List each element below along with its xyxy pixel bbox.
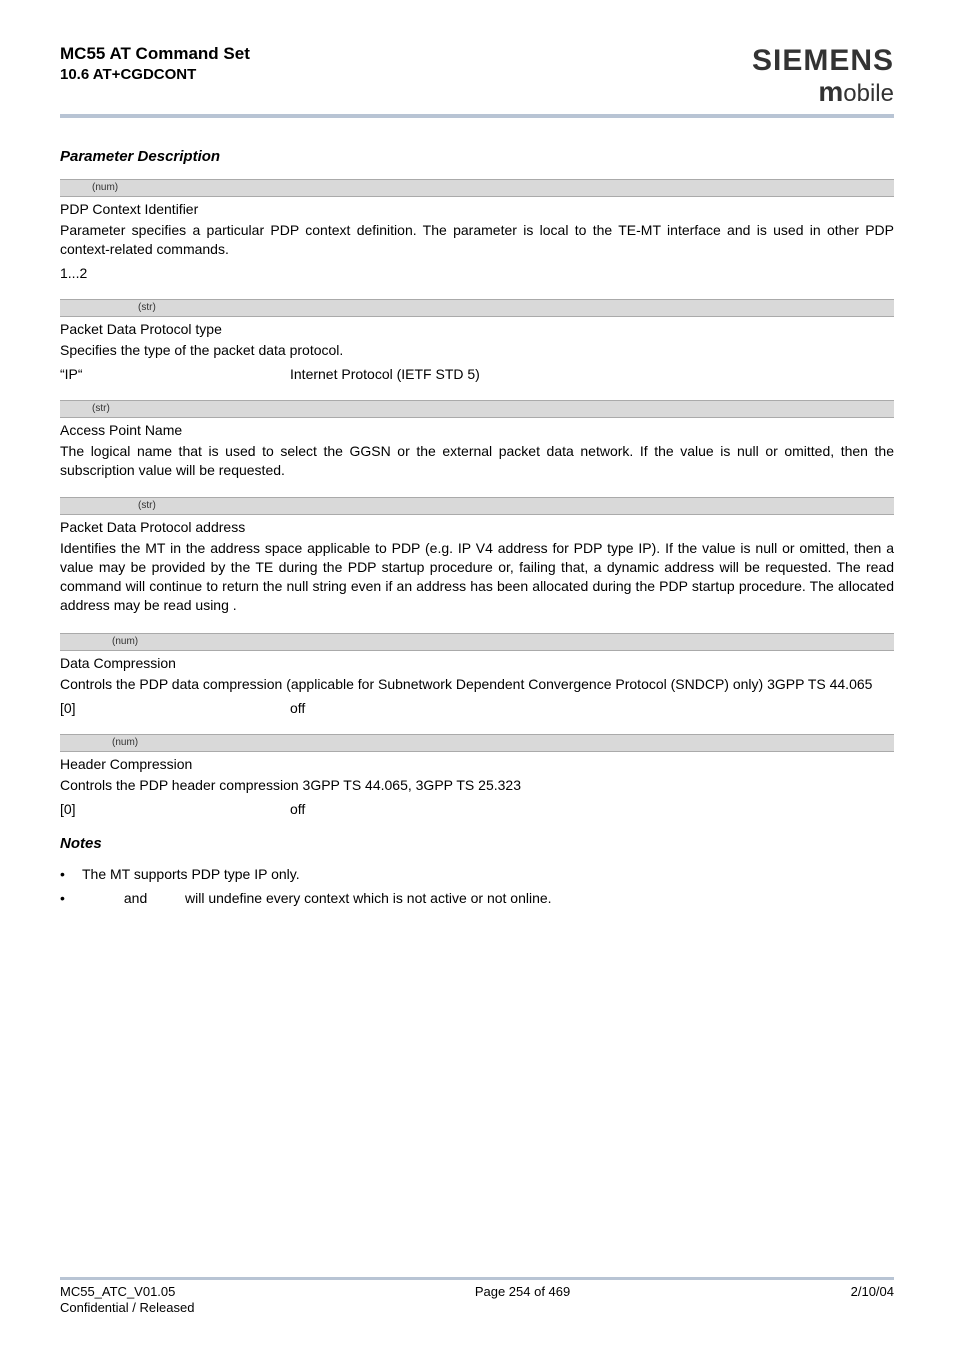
bullet-icon: •: [60, 866, 82, 882]
note-and: and: [124, 890, 147, 906]
ip-desc: Internet Protocol (IETF STD 5): [290, 366, 480, 382]
footer-date: 2/10/04: [851, 1284, 894, 1315]
param-sup: (num): [92, 182, 118, 193]
param-sup: (num): [112, 737, 138, 748]
param-bar: (num): [60, 734, 894, 752]
brand-name: SIEMENS: [752, 44, 894, 78]
footer-page: Page 254 of 469: [475, 1284, 570, 1315]
param-hcomp: (num) Header Compression Controls the PD…: [60, 734, 894, 817]
param-sup: (num): [112, 636, 138, 647]
footer-left: MC55_ATC_V01.05 Confidential / Released: [60, 1284, 194, 1315]
param-title: Header Compression: [60, 756, 894, 772]
param-body: Specifies the type of the packet data pr…: [60, 341, 894, 360]
param-bar: (num): [60, 179, 894, 197]
value-row: [0] off: [60, 700, 894, 716]
value-label: [0]: [60, 801, 290, 817]
ip-label: “IP“: [60, 366, 290, 382]
value-desc: off: [290, 801, 305, 817]
value-label: [0]: [60, 700, 290, 716]
page-header: MC55 AT Command Set 10.6 AT+CGDCONT SIEM…: [60, 44, 894, 108]
notes-title: Notes: [60, 835, 894, 852]
footer-confidential: Confidential / Released: [60, 1300, 194, 1315]
param-bar: (num): [60, 633, 894, 651]
brand-logo: SIEMENS mobile: [752, 44, 894, 108]
param-pdpaddr: (str) Packet Data Protocol address Ident…: [60, 497, 894, 615]
param-pdptype: (str) Packet Data Protocol type Specifie…: [60, 299, 894, 382]
param-body: Controls the PDP header compression 3GPP…: [60, 776, 894, 795]
param-body: Controls the PDP data compression (appli…: [60, 675, 894, 694]
page-footer: MC55_ATC_V01.05 Confidential / Released …: [60, 1277, 894, 1315]
brand-sub: mobile: [752, 76, 894, 108]
param-value: 1...2: [60, 265, 894, 281]
header-left: MC55 AT Command Set 10.6 AT+CGDCONT: [60, 44, 250, 83]
section-title: Parameter Description: [60, 148, 894, 165]
value-desc: off: [290, 700, 305, 716]
param-title: PDP Context Identifier: [60, 201, 894, 217]
note-rest: will undefine every context which is not…: [185, 890, 552, 906]
param-bar: (str): [60, 400, 894, 418]
note-item: • and will undefine every context which …: [60, 890, 894, 906]
header-rule: [60, 114, 894, 118]
footer-rule: [60, 1277, 894, 1280]
footer-row: MC55_ATC_V01.05 Confidential / Released …: [60, 1284, 894, 1315]
note-text: and will undefine every context which is…: [82, 890, 552, 906]
param-bar: (str): [60, 299, 894, 317]
ip-row: “IP“ Internet Protocol (IETF STD 5): [60, 366, 894, 382]
param-title: Data Compression: [60, 655, 894, 671]
note-item: • The MT supports PDP type IP only.: [60, 866, 894, 882]
param-cid: (num) PDP Context Identifier Parameter s…: [60, 179, 894, 281]
param-title: Packet Data Protocol type: [60, 321, 894, 337]
value-row: [0] off: [60, 801, 894, 817]
doc-title: MC55 AT Command Set: [60, 44, 250, 64]
param-apn: (str) Access Point Name The logical name…: [60, 400, 894, 480]
param-sup: (str): [138, 500, 156, 511]
param-title: Access Point Name: [60, 422, 894, 438]
param-body: Identifies the MT in the address space a…: [60, 539, 894, 615]
param-sup: (str): [138, 302, 156, 313]
param-title: Packet Data Protocol address: [60, 519, 894, 535]
brand-sub-text: obile: [843, 80, 894, 107]
param-sup: (str): [92, 403, 110, 414]
doc-section: 10.6 AT+CGDCONT: [60, 66, 250, 83]
param-bar: (str): [60, 497, 894, 515]
param-body: The logical name that is used to select …: [60, 442, 894, 480]
param-body: Parameter specifies a particular PDP con…: [60, 221, 894, 259]
note-text: The MT supports PDP type IP only.: [82, 866, 300, 882]
bullet-icon: •: [60, 890, 82, 906]
param-dcomp: (num) Data Compression Controls the PDP …: [60, 633, 894, 716]
footer-version: MC55_ATC_V01.05: [60, 1284, 194, 1299]
